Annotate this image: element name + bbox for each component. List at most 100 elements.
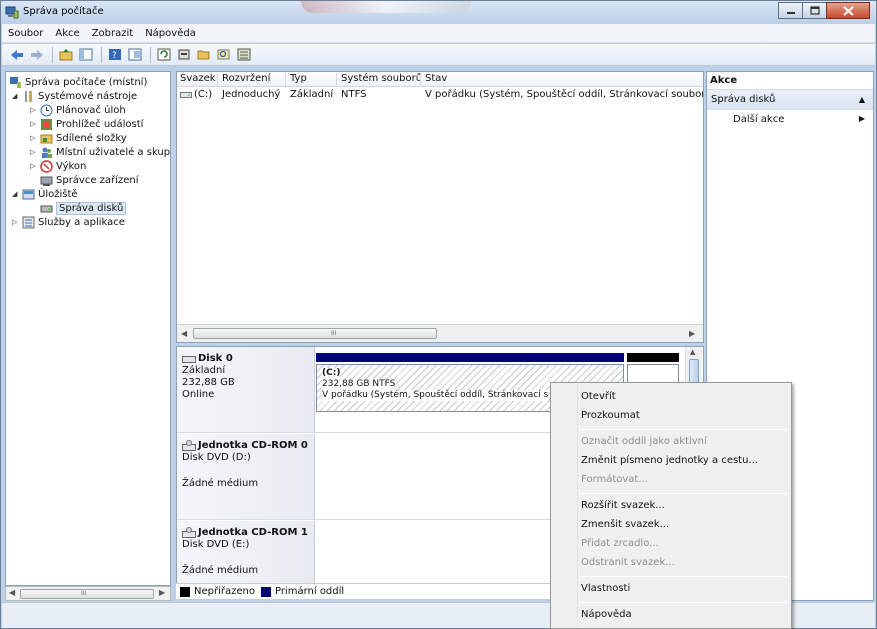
- ctx-change-drive-letter[interactable]: Změnit písmeno jednotky a cestu...: [553, 452, 789, 471]
- collapsed-arrow-icon[interactable]: ▷: [30, 134, 38, 142]
- tools-icon: [22, 90, 35, 103]
- ctx-properties[interactable]: Vlastnosti: [553, 580, 789, 599]
- menu-soubor[interactable]: Soubor: [8, 28, 43, 39]
- ctx-delete-volume[interactable]: Odstranit svazek...: [553, 554, 789, 573]
- tree-item-services-apps[interactable]: ▷ Služby a aplikace: [12, 215, 125, 229]
- refresh-button[interactable]: [155, 46, 173, 64]
- tree-horizontal-scrollbar[interactable]: ◀ III ▶: [5, 586, 171, 601]
- ctx-extend-volume[interactable]: Rozšířit svazek...: [553, 497, 789, 516]
- disk-vertical-scrollbar[interactable]: ▲: [685, 347, 702, 387]
- menu-napoveda[interactable]: Nápověda: [145, 28, 196, 39]
- column-filesystem[interactable]: Systém souborů: [338, 73, 421, 86]
- collapsed-arrow-icon[interactable]: ▷: [12, 218, 20, 226]
- collapse-up-icon[interactable]: ▲: [859, 95, 865, 104]
- disk-type: Disk DVD (D:): [182, 452, 251, 463]
- event-viewer-icon: [40, 118, 53, 131]
- scroll-thumb[interactable]: III: [20, 589, 154, 599]
- volume-horizontal-scrollbar[interactable]: ◀ III ▶: [177, 324, 703, 342]
- disk-label[interactable]: Jednotka CD-ROM 0 Disk DVD (D:) Žádné mé…: [177, 434, 315, 519]
- collapsed-arrow-icon[interactable]: ▷: [30, 120, 38, 128]
- tree-item-storage[interactable]: ◢ Úložiště: [12, 187, 78, 201]
- collapsed-arrow-icon[interactable]: ▷: [30, 162, 38, 170]
- properties-button[interactable]: [126, 46, 144, 64]
- ctx-open[interactable]: Otevřít: [553, 388, 789, 407]
- services-icon: [22, 216, 35, 229]
- close-icon: [842, 5, 854, 16]
- menu-akce[interactable]: Akce: [55, 28, 79, 39]
- partition-status: V pořádku (Systém, Spouštěcí oddíl, Strá…: [322, 390, 549, 401]
- ctx-help[interactable]: Nápověda: [553, 606, 789, 625]
- scroll-thumb[interactable]: III: [193, 328, 437, 339]
- actions-heading: Akce: [707, 72, 873, 90]
- tree-item-device-manager[interactable]: Správce zařízení: [40, 173, 138, 187]
- tree-item-disk-management[interactable]: Správa disků: [40, 201, 127, 215]
- scroll-left-icon[interactable]: ◀: [181, 329, 187, 338]
- expanded-arrow-icon[interactable]: ◢: [12, 92, 20, 100]
- disk-settings-button[interactable]: [175, 46, 193, 64]
- back-icon: [11, 49, 23, 60]
- table-row[interactable]: (C:) Jednoduchý Základní NTFS V pořádku …: [177, 89, 703, 103]
- ctx-format[interactable]: Formátovat...: [553, 471, 789, 490]
- tree-item-system-tools[interactable]: ◢ Systémové nástroje: [12, 89, 137, 103]
- window-controls: [778, 2, 870, 19]
- collapsed-arrow-icon[interactable]: ▷: [30, 148, 38, 156]
- volume-list-header: Svazek Rozvržení Typ Systém souborů Stav: [177, 72, 703, 87]
- more-actions[interactable]: Další akce ▶: [707, 110, 873, 128]
- help-button[interactable]: ?: [106, 46, 124, 64]
- tree-item-local-users[interactable]: ▷ Místní uživatelé a skupiny: [30, 145, 170, 159]
- computer-management-icon: [5, 5, 19, 19]
- ctx-mark-active[interactable]: Označit oddíl jako aktivní: [553, 433, 789, 452]
- maximize-button[interactable]: [802, 2, 827, 19]
- shared-folder-icon: [40, 132, 53, 145]
- tree-item-computer-management[interactable]: Správa počítače (místní): [9, 75, 147, 89]
- search-icon: [217, 49, 230, 60]
- expanded-arrow-icon[interactable]: ◢: [12, 190, 20, 198]
- column-type[interactable]: Typ: [287, 73, 337, 86]
- scroll-right-icon[interactable]: ▶: [689, 329, 695, 338]
- scroll-right-icon[interactable]: ▶: [159, 588, 165, 597]
- svg-text:?: ?: [112, 51, 117, 61]
- column-status[interactable]: Stav: [422, 73, 703, 86]
- menu-zobrazit[interactable]: Zobrazit: [92, 28, 134, 39]
- unallocated-bar: [627, 353, 679, 362]
- storage-icon: [22, 188, 35, 201]
- window-title: Správa počítače: [23, 6, 104, 17]
- context-menu-separator: [579, 493, 787, 494]
- tree-item-performance[interactable]: ▷ Výkon: [30, 159, 86, 173]
- disk-state: Online: [182, 389, 215, 400]
- ctx-shrink-volume[interactable]: Zmenšit svazek...: [553, 516, 789, 535]
- title-bar[interactable]: Správa počítače: [1, 1, 876, 23]
- cell-layout: Jednoduchý: [222, 89, 281, 100]
- tree-item-label: Systémové nástroje: [38, 90, 138, 102]
- tree-item-shared-folders[interactable]: ▷ Sdílené složky: [30, 131, 127, 145]
- export-button[interactable]: [235, 46, 253, 64]
- computer-management-icon: [9, 76, 22, 89]
- disk-settings-icon: [178, 49, 190, 60]
- ctx-add-mirror[interactable]: Přidat zrcadlo...: [553, 535, 789, 554]
- open-button[interactable]: [195, 46, 213, 64]
- forward-button[interactable]: [28, 46, 46, 64]
- column-volume[interactable]: Svazek: [177, 73, 218, 86]
- disk-name-text: Jednotka CD-ROM 0: [198, 440, 308, 451]
- up-folder-button[interactable]: [57, 46, 75, 64]
- partition-size: 232,88 GB NTFS: [322, 379, 396, 390]
- minimize-button[interactable]: [778, 2, 803, 19]
- tree-item-task-scheduler[interactable]: ▷ Plánovač úloh: [30, 103, 126, 117]
- collapsed-arrow-icon[interactable]: ▷: [30, 106, 38, 114]
- back-button[interactable]: [8, 46, 26, 64]
- search-button[interactable]: [215, 46, 233, 64]
- tree-item-event-viewer[interactable]: ▷ Prohlížeč událostí: [30, 117, 143, 131]
- actions-section-disk-management[interactable]: Správa disků ▲: [707, 90, 873, 110]
- scroll-left-icon[interactable]: ◀: [9, 588, 15, 597]
- main-window: Správa počítače Soubor Akce Zobrazit Náp…: [0, 0, 877, 629]
- disk-name-text: Disk 0: [198, 353, 233, 364]
- scroll-up-icon[interactable]: ▲: [690, 348, 695, 356]
- ctx-explore[interactable]: Prozkoumat: [553, 407, 789, 426]
- show-tree-button[interactable]: [77, 46, 95, 64]
- column-layout[interactable]: Rozvržení: [219, 73, 286, 86]
- legend-swatch: [180, 586, 190, 597]
- close-button[interactable]: [826, 2, 870, 19]
- background-watermark: [301, 1, 471, 13]
- users-icon: [40, 146, 53, 159]
- disk-label[interactable]: Disk 0 Základní 232,88 GB Online: [177, 347, 315, 432]
